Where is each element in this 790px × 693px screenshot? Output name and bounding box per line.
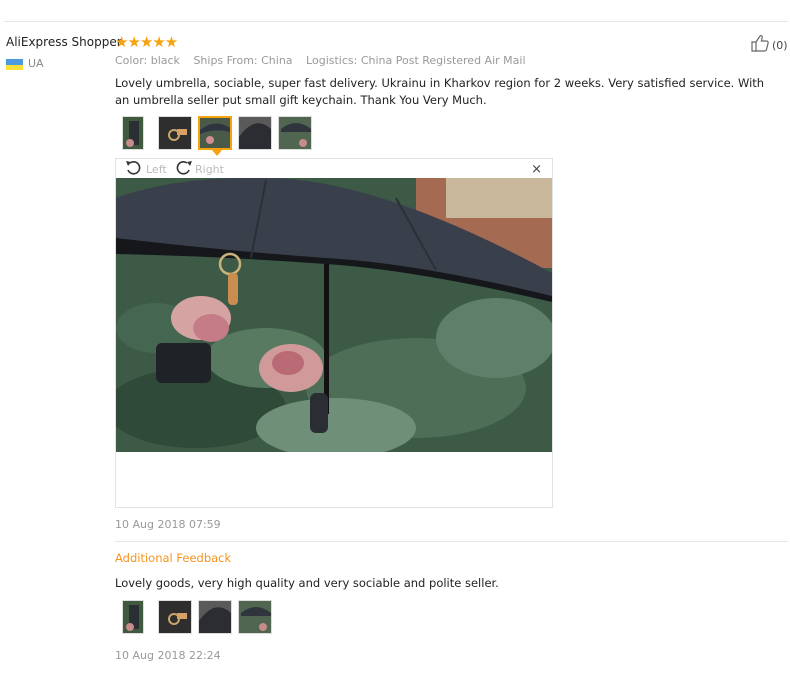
- thumbs-up-icon: [750, 34, 770, 56]
- order-meta: Color: black Ships From: China Logistics…: [115, 54, 536, 67]
- review-photo-thumb[interactable]: [278, 116, 312, 150]
- additional-photo-thumb[interactable]: [238, 600, 272, 634]
- photo-viewer: Left Right ×: [115, 158, 553, 508]
- rotate-right-icon: [174, 160, 193, 179]
- reviewer-name: AliExpress Shopper: [6, 35, 122, 49]
- review-photo-thumb[interactable]: [158, 116, 192, 150]
- close-viewer-button[interactable]: ×: [531, 162, 542, 177]
- rotate-right-label: Right: [195, 163, 224, 176]
- additional-photo-thumb[interactable]: [122, 600, 144, 634]
- additional-photo-thumb[interactable]: [198, 600, 232, 634]
- additional-thumbnails: [122, 600, 272, 634]
- rotate-right-button[interactable]: Right: [174, 160, 224, 179]
- rotate-left-label: Left: [146, 163, 167, 176]
- additional-feedback-text: Lovely goods, very high quality and very…: [115, 576, 499, 590]
- review-photo-thumb[interactable]: [238, 116, 272, 150]
- helpful-button[interactable]: (0): [750, 34, 788, 56]
- review-photo-large: [116, 178, 552, 452]
- helpful-count: (0): [772, 38, 788, 52]
- additional-feedback-date: 10 Aug 2018 22:24: [115, 649, 221, 662]
- rotate-left-button[interactable]: Left: [125, 160, 167, 179]
- flag-icon: [6, 59, 23, 70]
- meta-ships-from: Ships From: China: [193, 54, 293, 67]
- rotate-left-icon: [125, 160, 144, 179]
- feedback-divider: [115, 541, 788, 542]
- reviewer-country: UA: [28, 57, 44, 70]
- additional-feedback-label: Additional Feedback: [115, 551, 232, 565]
- review-thumbnails: [122, 116, 312, 150]
- meta-color: Color: black: [115, 54, 180, 67]
- meta-logistics: Logistics: China Post Registered Air Mai…: [306, 54, 526, 67]
- review-photo-thumb-selected[interactable]: [198, 116, 232, 150]
- review-date: 10 Aug 2018 07:59: [115, 518, 221, 531]
- rating-stars: ★★★★★: [115, 33, 178, 51]
- selected-thumb-caret: [212, 150, 222, 156]
- top-divider: [4, 21, 788, 22]
- review-text: Lovely umbrella, sociable, super fast de…: [115, 76, 765, 107]
- review-photo-thumb[interactable]: [122, 116, 144, 150]
- additional-photo-thumb[interactable]: [158, 600, 192, 634]
- close-icon: ×: [531, 162, 542, 177]
